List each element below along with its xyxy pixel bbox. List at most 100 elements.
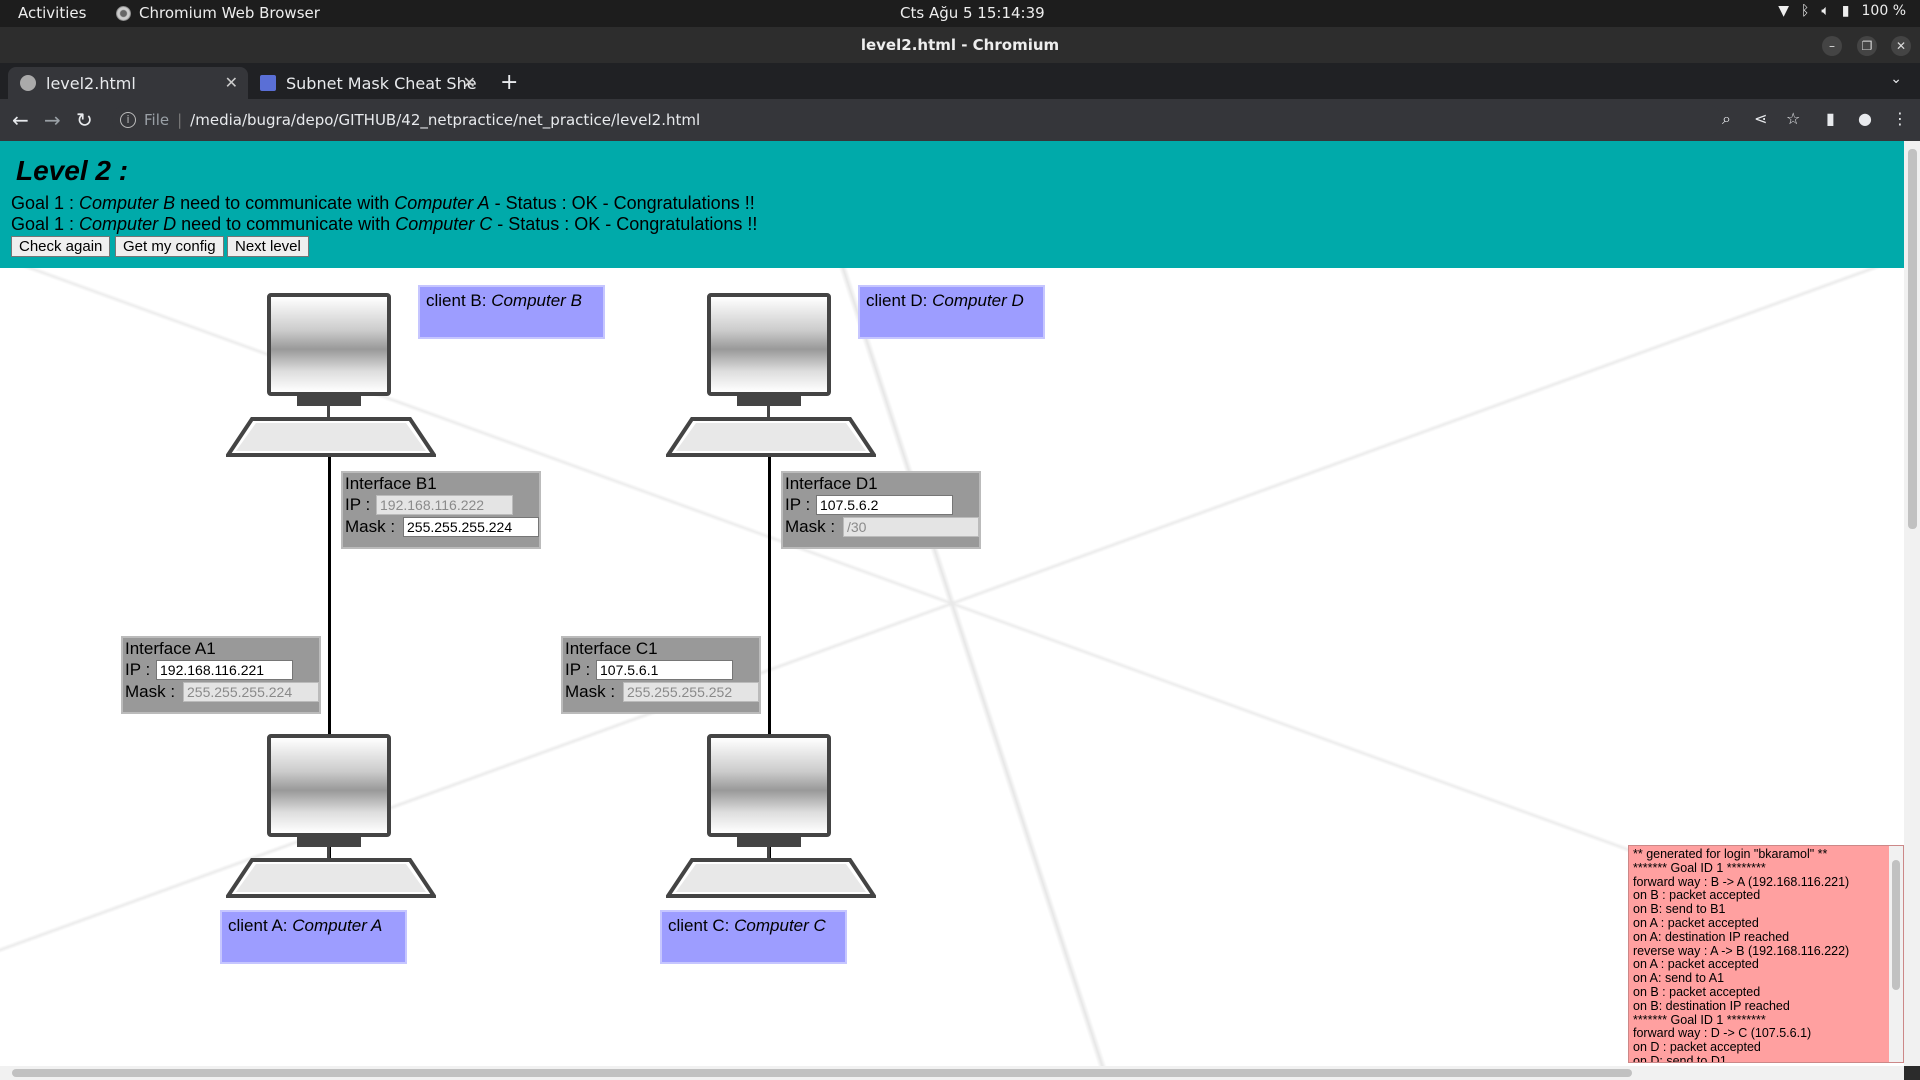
computer-a[interactable] xyxy=(226,734,436,898)
log-line: on B : packet accepted xyxy=(1633,984,1761,999)
divider: | xyxy=(177,111,183,129)
app-menu[interactable]: Chromium Web Browser xyxy=(116,4,320,22)
bookmark-star-icon[interactable]: ☆ xyxy=(1786,109,1800,128)
interface-c1: Interface C1 IP : Mask : xyxy=(561,636,761,714)
mask-input xyxy=(623,682,759,702)
client-b-label: client B: Computer B xyxy=(418,285,605,339)
back-button[interactable]: ← xyxy=(12,108,29,132)
routing-log[interactable]: ** generated for login "bkaramol" ** ***… xyxy=(1628,845,1904,1063)
clock[interactable]: Cts Ağu 5 15:14:39 xyxy=(900,4,1045,22)
log-scrollbar[interactable] xyxy=(1889,846,1903,1062)
interface-a1: Interface A1 IP : Mask : xyxy=(121,636,321,714)
log-line: on A: send to A1 xyxy=(1633,971,1725,986)
log-line: forward way : B -> A (192.168.116.221) xyxy=(1633,874,1850,889)
monitor-icon xyxy=(267,293,391,396)
ip-label: IP : xyxy=(345,495,371,514)
ip-input[interactable] xyxy=(156,660,293,680)
log-line: ******* Goal ID 1 ******** xyxy=(1633,1012,1766,1027)
app-name: Chromium Web Browser xyxy=(139,4,320,22)
monitor-icon xyxy=(707,293,831,396)
interface-title: Interface B1 xyxy=(345,474,437,493)
interface-title: Interface C1 xyxy=(565,639,658,658)
ip-input[interactable] xyxy=(596,660,733,680)
mask-label: Mask : xyxy=(785,517,836,536)
close-tab-icon[interactable]: ✕ xyxy=(463,73,476,92)
log-line: on D : packet accepted xyxy=(1633,1040,1761,1055)
page-vertical-scrollbar[interactable] xyxy=(1904,141,1920,1066)
mask-input xyxy=(183,682,319,702)
log-line: reverse way : A -> B (192.168.116.222) xyxy=(1633,943,1850,958)
log-line: on B: send to B1 xyxy=(1633,902,1726,917)
zoom-icon[interactable]: ⌕ xyxy=(1722,109,1731,129)
computer-d[interactable] xyxy=(666,293,876,457)
bluetooth-icon: ᛒ xyxy=(1800,3,1810,19)
client-c-label: client C: Computer C xyxy=(660,910,847,964)
monitor-icon xyxy=(267,734,391,837)
mask-label: Mask : xyxy=(345,517,396,536)
globe-icon xyxy=(20,75,36,91)
log-line: on B: destination IP reached xyxy=(1633,998,1790,1013)
window-title: level2.html - Chromium xyxy=(860,36,1060,54)
log-line: forward way : D -> C (107.5.6.1) xyxy=(1633,1026,1812,1041)
url-text: /media/bugra/depo/GITHUB/42_netpractice/… xyxy=(190,111,701,129)
next-level-button[interactable]: Next level xyxy=(227,236,309,257)
system-tray[interactable]: ▼ ᛒ 🔈︎ ▮ 100 % xyxy=(1778,3,1906,19)
tab-label: Subnet Mask Cheat She xyxy=(286,73,477,93)
close-window-button[interactable]: ✕ xyxy=(1891,36,1911,56)
restore-button[interactable]: ❐ xyxy=(1857,36,1877,56)
keyboard-icon xyxy=(226,417,436,457)
wifi-icon: ▼ xyxy=(1778,3,1789,19)
volume-icon: 🔈︎ xyxy=(1821,3,1830,19)
mask-input[interactable] xyxy=(403,517,539,537)
new-tab-button[interactable]: + xyxy=(500,70,518,95)
interface-title: Interface D1 xyxy=(785,474,878,493)
activities-button[interactable]: Activities xyxy=(18,4,86,22)
ip-label: IP : xyxy=(125,660,151,679)
address-bar[interactable]: i File | /media/bugra/depo/GITHUB/42_net… xyxy=(112,104,1722,136)
log-line: on B : packet accepted xyxy=(1633,888,1761,903)
info-icon[interactable]: i xyxy=(120,112,136,128)
share-icon[interactable]: ⋖ xyxy=(1754,109,1767,128)
mask-input xyxy=(843,517,979,537)
tab-level2[interactable]: level2.html ✕ xyxy=(8,67,248,99)
forward-button[interactable]: → xyxy=(44,108,61,132)
menu-kebab-icon[interactable]: ⋮ xyxy=(1892,109,1908,128)
minimize-button[interactable]: – xyxy=(1822,36,1842,56)
ip-input[interactable] xyxy=(816,495,953,515)
page-horizontal-scrollbar[interactable] xyxy=(0,1066,1904,1080)
battery-percent: 100 % xyxy=(1861,3,1906,19)
battery-icon: ▮ xyxy=(1841,3,1850,19)
log-line: on A : packet accepted xyxy=(1633,915,1759,930)
browser-toolbar: ← → ↻ i File | /media/bugra/depo/GITHUB/… xyxy=(0,99,1920,141)
check-again-button[interactable]: Check again xyxy=(11,236,111,257)
scheme-label: File xyxy=(144,111,170,129)
close-tab-icon[interactable]: ✕ xyxy=(225,73,238,92)
page-content: Level 2 : Goal 1 : Computer B need to co… xyxy=(0,141,1904,1066)
goal-line: Goal 1 : Computer D need to communicate … xyxy=(11,214,758,234)
interface-d1: Interface D1 IP : Mask : xyxy=(781,471,981,549)
tab-strip: level2.html ✕ Subnet Mask Cheat She ✕ + … xyxy=(0,63,1920,99)
monitor-icon xyxy=(707,734,831,837)
side-panel-icon[interactable]: ▮ xyxy=(1826,109,1835,128)
keyboard-icon xyxy=(666,858,876,898)
get-my-config-button[interactable]: Get my config xyxy=(115,236,224,257)
computer-b[interactable] xyxy=(226,293,436,457)
mask-label: Mask : xyxy=(565,682,616,701)
log-line: on A: destination IP reached xyxy=(1633,929,1790,944)
tab-subnet-cheat-sheet[interactable]: Subnet Mask Cheat She ✕ xyxy=(248,67,486,99)
system-top-bar: Activities Chromium Web Browser Cts Ağu … xyxy=(0,0,1920,27)
client-a-label: client A: Computer A xyxy=(220,910,407,964)
reload-button[interactable]: ↻ xyxy=(76,108,93,132)
goal-line: Goal 1 : Computer B need to communicate … xyxy=(11,193,755,213)
site-favicon-icon xyxy=(260,75,276,91)
tab-search-icon[interactable]: ⌄ xyxy=(1890,71,1902,87)
computer-c[interactable] xyxy=(666,734,876,898)
window-title-bar: level2.html - Chromium – ❐ ✕ xyxy=(0,27,1920,63)
page-title: Level 2 : xyxy=(16,155,129,186)
log-line: on D: send to D1 xyxy=(1633,1053,1727,1063)
log-line: ******* Goal ID 1 ******** xyxy=(1633,860,1766,875)
log-line: on A : packet accepted xyxy=(1633,957,1759,972)
ip-label: IP : xyxy=(785,495,811,514)
mask-label: Mask : xyxy=(125,682,176,701)
profile-icon[interactable]: ● xyxy=(1858,109,1872,128)
